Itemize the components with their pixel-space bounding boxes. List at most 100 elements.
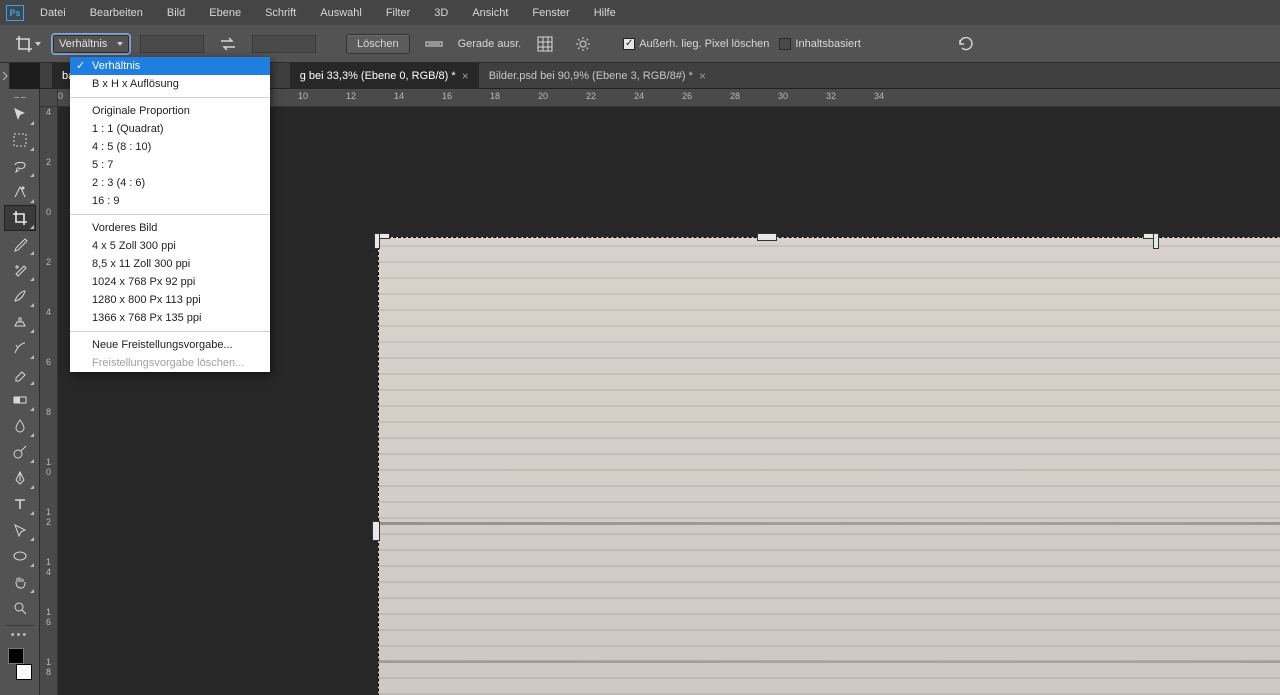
document-image[interactable] — [378, 237, 1280, 695]
foreground-color-swatch[interactable] — [8, 648, 24, 664]
crop-options-gear-icon[interactable] — [569, 31, 597, 57]
ruler-tick: 24 — [634, 91, 644, 101]
document-tab-1b[interactable]: g bei 33,3% (Ebene 0, RGB/8) * × — [290, 63, 479, 89]
menu-datei[interactable]: Datei — [32, 3, 74, 23]
crop-width-input[interactable] — [140, 35, 204, 53]
delete-cropped-pixels-checkbox[interactable]: ✓ Außerh. lieg. Pixel löschen — [623, 38, 769, 50]
straighten-icon[interactable] — [420, 31, 448, 57]
shape-tool[interactable] — [4, 543, 36, 569]
close-icon[interactable]: × — [462, 69, 469, 83]
document-tab-2[interactable]: Bilder.psd bei 90,9% (Ebene 3, RGB/8#) *… — [479, 63, 716, 89]
crop-tool[interactable] — [4, 205, 36, 231]
menu-bearbeiten[interactable]: Bearbeiten — [82, 3, 151, 23]
ratio-preset-option[interactable]: 5 : 7 — [70, 156, 270, 174]
lasso-tool[interactable] — [4, 153, 36, 179]
ruler-tick: 0 — [58, 91, 63, 101]
ratio-preset-option[interactable]: 4 : 5 (8 : 10) — [70, 138, 270, 156]
ratio-preset-option[interactable]: Verhältnis — [70, 57, 270, 75]
app-badge: Ps — [6, 5, 24, 21]
foreground-background-swatch[interactable] — [4, 648, 36, 682]
swap-dimensions-icon[interactable] — [214, 31, 242, 57]
crop-height-input[interactable] — [252, 35, 316, 53]
ruler-tick: 12 — [346, 91, 356, 101]
clear-button[interactable]: Löschen — [346, 34, 410, 54]
ruler-tick: 34 — [874, 91, 884, 101]
healing-brush-tool[interactable] — [4, 257, 36, 283]
reset-crop-icon[interactable] — [952, 31, 980, 57]
hand-tool[interactable] — [4, 569, 36, 595]
ratio-preset-option[interactable]: B x H x Auflösung — [70, 75, 270, 93]
edit-toolbar[interactable]: ••• — [4, 628, 36, 642]
ratio-preset-select[interactable]: Verhältnis — [52, 34, 130, 54]
ratio-preset-option[interactable]: 8,5 x 11 Zoll 300 ppi — [70, 255, 270, 273]
ruler-tick: 1 2 — [40, 507, 57, 527]
menu-hilfe[interactable]: Hilfe — [586, 3, 624, 23]
quick-selection-tool[interactable] — [4, 179, 36, 205]
ruler-tick: 0 — [40, 207, 57, 217]
ratio-preset-option[interactable]: 1280 x 800 Px 113 ppi — [70, 291, 270, 309]
ruler-tick: 28 — [730, 91, 740, 101]
ruler-tick: 2 — [40, 257, 57, 267]
ruler-origin[interactable] — [40, 89, 58, 107]
menu-fenster[interactable]: Fenster — [524, 3, 577, 23]
ratio-preset-option[interactable]: Neue Freistellungsvorgabe... — [70, 336, 270, 354]
clone-stamp-tool[interactable] — [4, 309, 36, 335]
blur-tool[interactable] — [4, 413, 36, 439]
ratio-preset-option[interactable]: 1 : 1 (Quadrat) — [70, 120, 270, 138]
ruler-tick: 30 — [778, 91, 788, 101]
ruler-tick: 14 — [394, 91, 404, 101]
dropdown-separator — [70, 331, 270, 332]
dropdown-separator — [70, 214, 270, 215]
ratio-preset-option[interactable]: 2 : 3 (4 : 6) — [70, 174, 270, 192]
ratio-preset-option[interactable]: 1024 x 768 Px 92 ppi — [70, 273, 270, 291]
eyedropper-tool[interactable] — [4, 231, 36, 257]
menu-filter[interactable]: Filter — [378, 3, 418, 23]
collapsed-strip[interactable] — [0, 63, 10, 89]
ruler-tick: 18 — [490, 91, 500, 101]
pen-tool[interactable] — [4, 465, 36, 491]
checkbox-unchecked-icon — [779, 38, 791, 50]
dropdown-separator — [70, 97, 270, 98]
content-aware-label: Inhaltsbasiert — [795, 38, 860, 50]
menu-ansicht[interactable]: Ansicht — [464, 3, 516, 23]
menu-ebene[interactable]: Ebene — [201, 3, 249, 23]
close-icon[interactable]: × — [699, 69, 706, 83]
move-tool[interactable] — [4, 101, 36, 127]
ratio-preset-option[interactable]: 4 x 5 Zoll 300 ppi — [70, 237, 270, 255]
overlay-grid-icon[interactable] — [531, 31, 559, 57]
ratio-preset-option[interactable]: Vorderes Bild — [70, 219, 270, 237]
brush-tool[interactable] — [4, 283, 36, 309]
ratio-preset-option[interactable]: 1366 x 768 Px 135 ppi — [70, 309, 270, 327]
eraser-tool[interactable] — [4, 361, 36, 387]
menu-auswahl[interactable]: Auswahl — [312, 3, 370, 23]
background-color-swatch[interactable] — [16, 664, 32, 680]
ratio-preset-label: Verhältnis — [59, 38, 107, 50]
path-selection-tool[interactable] — [4, 517, 36, 543]
crop-tool-indicator-icon[interactable] — [14, 31, 42, 57]
menu-schrift[interactable]: Schrift — [257, 3, 304, 23]
content-aware-checkbox[interactable]: Inhaltsbasiert — [779, 38, 860, 50]
type-tool[interactable] — [4, 491, 36, 517]
menu-3d[interactable]: 3D — [426, 3, 456, 23]
straighten-label[interactable]: Gerade ausr. — [458, 38, 522, 50]
ruler-tick: 32 — [826, 91, 836, 101]
checkbox-checked-icon: ✓ — [623, 38, 635, 50]
dodge-tool[interactable] — [4, 439, 36, 465]
marquee-tool[interactable] — [4, 127, 36, 153]
ruler-tick: 4 — [40, 307, 57, 317]
tab-label: Bilder.psd bei 90,9% (Ebene 3, RGB/8#) * — [489, 70, 693, 82]
ruler-vertical[interactable]: 42024681 01 21 41 61 8 — [40, 89, 58, 695]
ratio-preset-option[interactable]: 16 : 9 — [70, 192, 270, 210]
ratio-preset-option: Freistellungsvorgabe löschen... — [70, 354, 270, 372]
ruler-tick: 16 — [442, 91, 452, 101]
ruler-tick: 8 — [40, 407, 57, 417]
ruler-tick: 1 4 — [40, 557, 57, 577]
history-brush-tool[interactable] — [4, 335, 36, 361]
palette-grip-icon[interactable] — [0, 93, 39, 101]
menu-bild[interactable]: Bild — [159, 3, 193, 23]
zoom-tool[interactable] — [4, 595, 36, 621]
gradient-tool[interactable] — [4, 387, 36, 413]
ruler-tick: 1 8 — [40, 657, 57, 677]
ratio-preset-option[interactable]: Originale Proportion — [70, 102, 270, 120]
ratio-preset-dropdown: VerhältnisB x H x Auflösung Originale Pro… — [70, 57, 270, 372]
